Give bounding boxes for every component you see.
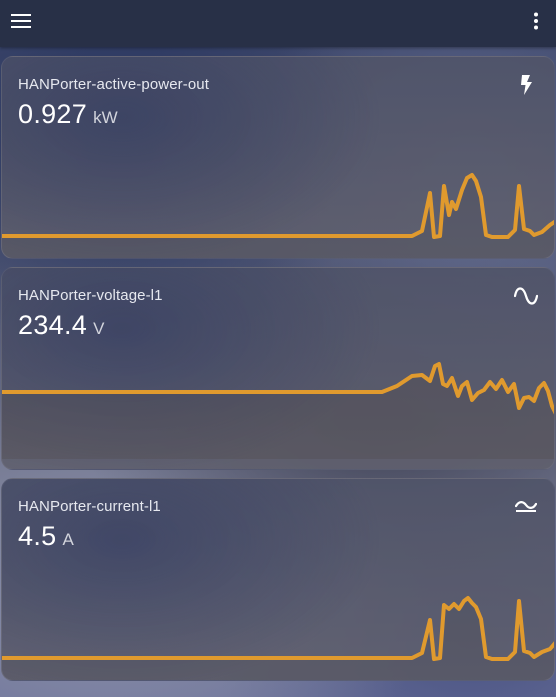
sensor-unit: A [62, 530, 74, 549]
history-graph [2, 173, 554, 258]
top-app-bar [0, 0, 556, 47]
history-graph [2, 596, 554, 680]
sensor-card-voltage-l1[interactable]: HANPorter-voltage-l1 234.4 V [1, 267, 555, 470]
more-vertical-icon [534, 12, 538, 30]
sine-wave-icon [512, 284, 540, 308]
sensor-card-active-power-out[interactable]: HANPorter-active-power-out 0.927 kW [1, 56, 555, 259]
sensor-value-row: 0.927 kW [18, 99, 118, 130]
menu-button[interactable] [8, 8, 34, 34]
sensor-name: HANPorter-voltage-l1 [18, 287, 163, 304]
history-graph [2, 362, 554, 459]
current-ac-icon [512, 495, 540, 519]
history-graph-fill [2, 175, 554, 258]
sensor-value: 4.5 [18, 521, 57, 551]
hamburger-menu-icon [11, 14, 31, 28]
lightning-bolt-icon [512, 73, 540, 97]
sensor-value: 234.4 [18, 310, 88, 340]
sensor-unit: V [93, 319, 105, 338]
sensor-value: 0.927 [18, 99, 88, 129]
sensor-card-current-l1[interactable]: HANPorter-current-l1 4.5 A [1, 478, 555, 681]
sensor-value-row: 234.4 V [18, 310, 104, 341]
more-options-button[interactable] [524, 8, 548, 34]
sensor-name: HANPorter-current-l1 [18, 498, 161, 515]
history-graph-fill [2, 364, 554, 459]
sensor-unit: kW [93, 108, 118, 127]
sensor-name: HANPorter-active-power-out [18, 76, 209, 93]
history-graph-fill [2, 598, 554, 680]
sensor-value-row: 4.5 A [18, 521, 74, 552]
